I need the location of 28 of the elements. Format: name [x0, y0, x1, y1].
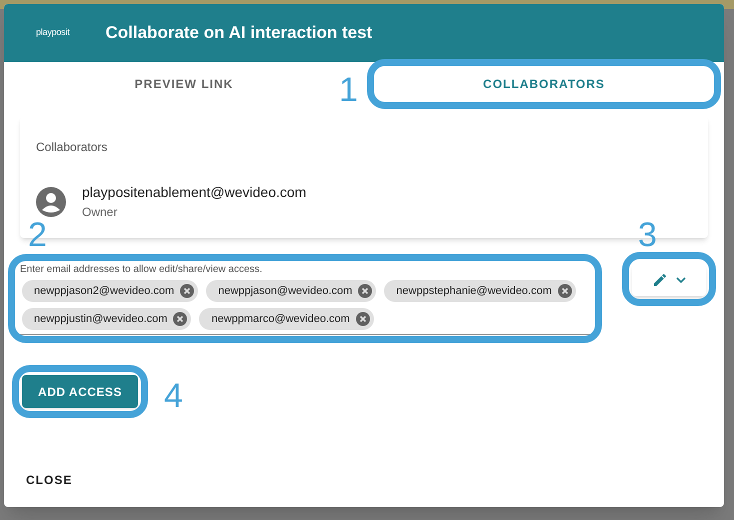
email-chip: newppjason2@wevideo.com	[22, 280, 198, 302]
permission-dropdown-button[interactable]	[632, 264, 706, 296]
remove-icon[interactable]	[173, 312, 188, 326]
card-heading: Collaborators	[36, 139, 108, 156]
pencil-icon	[652, 272, 668, 288]
callout-number: 1	[339, 73, 358, 107]
callout-number: 2	[28, 218, 47, 252]
email-chip: newppstephanie@wevideo.com	[384, 280, 576, 302]
remove-icon[interactable]	[356, 312, 370, 326]
remove-icon[interactable]	[558, 284, 572, 298]
email-chip: newppjustin@wevideo.com	[22, 308, 192, 330]
callout-number: 4	[164, 379, 183, 413]
collaborator-role: Owner	[82, 204, 118, 221]
remove-icon[interactable]	[180, 284, 194, 298]
email-chip: newppjason@wevideo.com	[206, 280, 376, 302]
add-access-button[interactable]: ADD ACCESS	[22, 375, 138, 408]
user-avatar-icon	[36, 186, 66, 216]
logo: playposit	[36, 26, 70, 40]
field-label: Enter email addresses to allow edit/share/view access.	[20, 263, 264, 277]
close-button[interactable]: CLOSE	[18, 467, 80, 493]
collaborator-email: playpositenablement@wevideo.com	[82, 183, 306, 202]
email-field[interactable]: Enter email addresses to allow edit/share/view access. newppjason2@wevideo.com newppjason@wevideo.com newppstephanie@wevideo.com newppjustin@wevideo.com newppmarco@wevideo.com	[20, 262, 590, 335]
dialog-title: Collaborate on AI interaction test	[106, 22, 372, 44]
remove-icon[interactable]	[358, 284, 372, 298]
email-chip: newppmarco@wevideo.com	[199, 308, 374, 330]
tab[interactable]: PREVIEW LINK	[118, 67, 250, 101]
chevron-down-icon	[676, 276, 686, 284]
callout-number: 3	[638, 218, 657, 252]
